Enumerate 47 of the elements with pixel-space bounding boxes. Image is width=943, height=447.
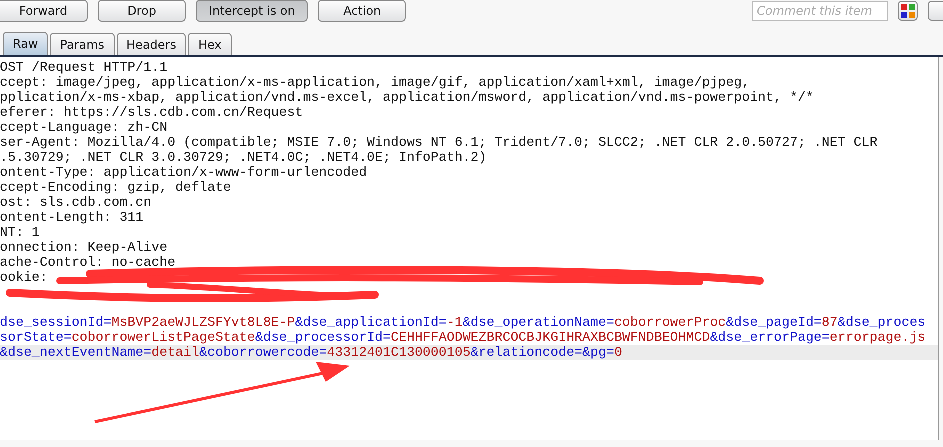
- header-line: .5.30729; .NET CLR 3.0.30729; .NET4.0C; .NET4.0E; InfoPath.2): [0, 150, 487, 165]
- param-value: errorpage.js: [830, 330, 926, 345]
- tab[interactable]: Headers: [116, 33, 186, 55]
- param-value: coborrowerListPageState: [72, 330, 256, 345]
- param-value: 87: [822, 315, 838, 330]
- param-name: &dse_errorPage=: [710, 330, 830, 345]
- header-line: ontent-Length: 311: [0, 210, 144, 225]
- color-palette-icon: [901, 4, 915, 18]
- param-value: coborrowerProc: [614, 315, 726, 330]
- param-name: sorState=: [0, 330, 72, 345]
- header-line: NT: 1: [0, 225, 40, 240]
- param-name: dse_sessionId=: [0, 315, 112, 330]
- param-value: detail: [152, 345, 200, 360]
- toolbar-button[interactable]: Forward: [0, 0, 88, 22]
- param-value: MsBVP2aeWJLZSFYvt8L8E-P: [112, 315, 296, 330]
- highlight-button[interactable]: [898, 1, 918, 21]
- header-line: pplication/x-ms-xbap, application/vnd.ms-excel, application/msword, application/vnd.ms-powerpoint, */*: [0, 90, 814, 105]
- tab[interactable]: Raw: [3, 32, 48, 55]
- header-line: onnection: Keep-Alive: [0, 240, 168, 255]
- param-value: 43312401C130000105: [327, 345, 471, 360]
- header-line: ccept-Encoding: gzip, deflate: [0, 180, 232, 195]
- header-line: ost: sls.cdb.com.cn: [0, 195, 152, 210]
- param-name: &relationcode=&pg=: [470, 345, 614, 360]
- header-line: OST /Request HTTP/1.1: [0, 60, 168, 75]
- header-line: ccept: image/jpeg, application/x-ms-application, image/gif, application/xaml+xml, image/pjpeg,: [0, 75, 750, 90]
- header-line: ser-Agent: Mozilla/4.0 (compatible; MSIE 7.0; Windows NT 6.1; Trident/7.0; SLCC2; .NET CLR 2.0.50727; .NET CLR: [0, 135, 878, 150]
- tab[interactable]: Params: [50, 33, 115, 55]
- header-line: ontent-Type: application/x-www-form-urlencoded: [0, 165, 368, 180]
- toolbar-button[interactable]: Action: [318, 0, 406, 22]
- header-line: ache-Control: no-cache: [0, 255, 176, 270]
- header-line: eferer: https://sls.cdb.com.cn/Request: [0, 105, 304, 120]
- header-line: ccept-Language: zh-CN: [0, 120, 168, 135]
- param-name: &dse_pageId=: [726, 315, 822, 330]
- param-name: &dse_applicationId=: [295, 315, 447, 330]
- tab[interactable]: Hex: [188, 33, 232, 55]
- toolbar-button[interactable]: Intercept is on: [196, 0, 308, 22]
- comment-field[interactable]: Comment this item: [752, 1, 888, 21]
- param-name: &dse_nextEventName=: [0, 345, 152, 360]
- param-name: &dse_operationName=: [462, 315, 614, 330]
- param-value: CEHHFFAODWEZBRCOCBJKGIHRAXBCBWFNDBEOHMCD: [391, 330, 710, 345]
- toolbar-button[interactable]: Drop: [98, 0, 186, 22]
- header-line: ookie:: [0, 270, 48, 285]
- param-name: &dse_proces: [838, 315, 926, 330]
- param-name: &coborrowercode=: [200, 345, 328, 360]
- param-value: 0: [614, 345, 622, 360]
- param-name: &dse_processorId=: [255, 330, 392, 345]
- param-value: -1: [446, 315, 463, 330]
